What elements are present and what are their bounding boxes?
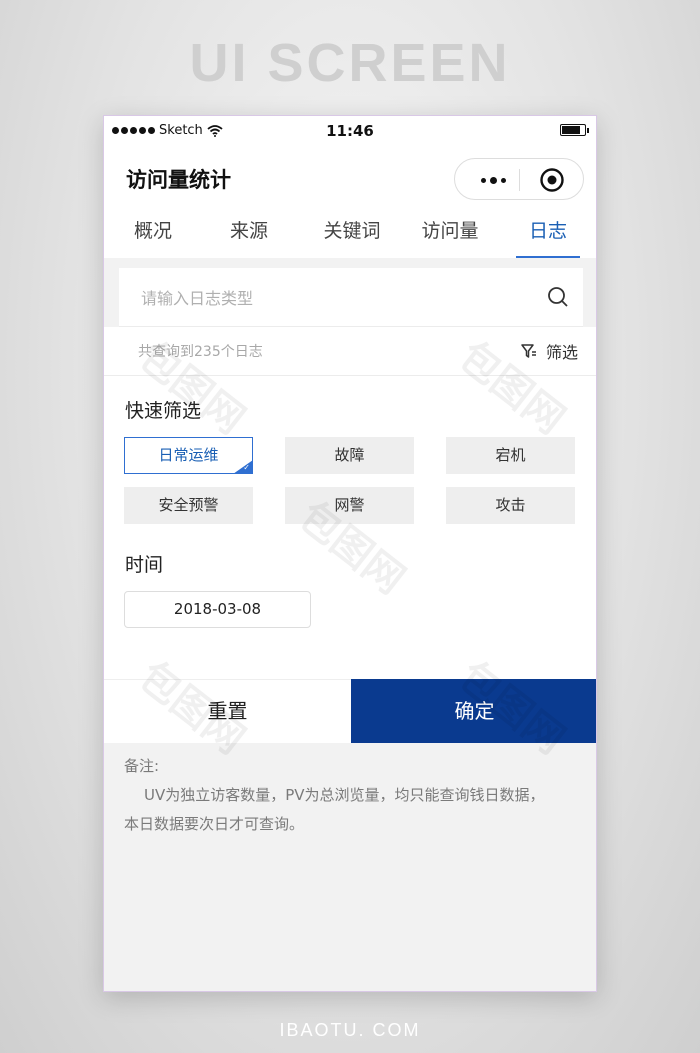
chip-label: 攻击 [495,496,526,514]
chip-cyber-police[interactable]: 网警 [285,487,414,524]
status-bar: Sketch 11:46 [104,116,596,146]
filter-button[interactable]: 筛选 [520,339,578,363]
footer-text: IBAOTU. COM [279,1020,421,1040]
filter-panel: 快速筛选 日常运维 ✓ 故障 宕机 安全预警 网警 攻击 时间 2018-03-… [104,376,596,679]
search-input[interactable] [139,282,523,314]
check-icon: ✓ [243,463,250,472]
quick-filter-title: 快速筛选 [125,400,202,422]
date-picker[interactable]: 2018-03-08 [124,591,311,628]
chip-label: 宕机 [495,446,526,464]
chip-downtime[interactable]: 宕机 [446,437,575,474]
reset-button[interactable]: 重置 [104,679,351,743]
page-title: 访问量统计 [126,168,231,192]
time-title: 时间 [125,554,164,576]
note-section: 备注: UV为独立访客数量，PV为总浏览量，均只能查询钱日数据， 本日数据要次日… [124,752,579,839]
search-icon[interactable] [547,286,569,308]
chip-label: 日常运维 [158,446,219,464]
note-line-1: UV为独立访客数量，PV为总浏览量，均只能查询钱日数据， [144,786,545,804]
result-row: 共查询到235个日志 筛选 [104,327,596,376]
chip-attack[interactable]: 攻击 [446,487,575,524]
note-line-2: 本日数据要次日才可查询。 [124,815,305,833]
confirm-button[interactable]: 确定 [351,679,596,743]
filter-icon [521,344,536,358]
miniprogram-capsule [454,158,584,200]
tab-keywords[interactable]: 关键词 [314,216,390,258]
chip-label: 故障 [334,446,365,464]
tab-visits[interactable]: 访问量 [412,216,488,258]
more-icon[interactable] [471,169,515,191]
chip-label: 安全预警 [158,496,219,514]
chip-daily-ops[interactable]: 日常运维 ✓ [124,437,253,474]
capsule-divider [519,169,520,191]
result-count: 共查询到235个日志 [138,344,263,360]
section-separator [104,258,596,268]
phone-screen: Sketch 11:46 访问量统计 概况 来源 关键词 访问量 日志 请输入日… [103,115,597,992]
note-title: 备注: [124,757,160,775]
tab-overview[interactable]: 概况 [124,216,182,258]
nav-bar: 访问量统计 [104,146,596,208]
chip-fault[interactable]: 故障 [285,437,414,474]
chip-label: 网警 [334,496,365,514]
status-time: 11:46 [326,122,374,140]
filter-label: 筛选 [545,343,578,362]
search-bar [119,268,583,327]
banner-title: UI SCREEN [189,33,511,93]
close-target-icon[interactable] [539,167,565,193]
tab-logs[interactable]: 日志 [516,216,580,258]
action-bar: 重置 确定 [104,679,596,743]
battery-icon [560,124,589,136]
chip-security-alert[interactable]: 安全预警 [124,487,253,524]
tab-bar: 概况 来源 关键词 访问量 日志 [104,208,596,258]
tab-source[interactable]: 来源 [220,216,278,258]
